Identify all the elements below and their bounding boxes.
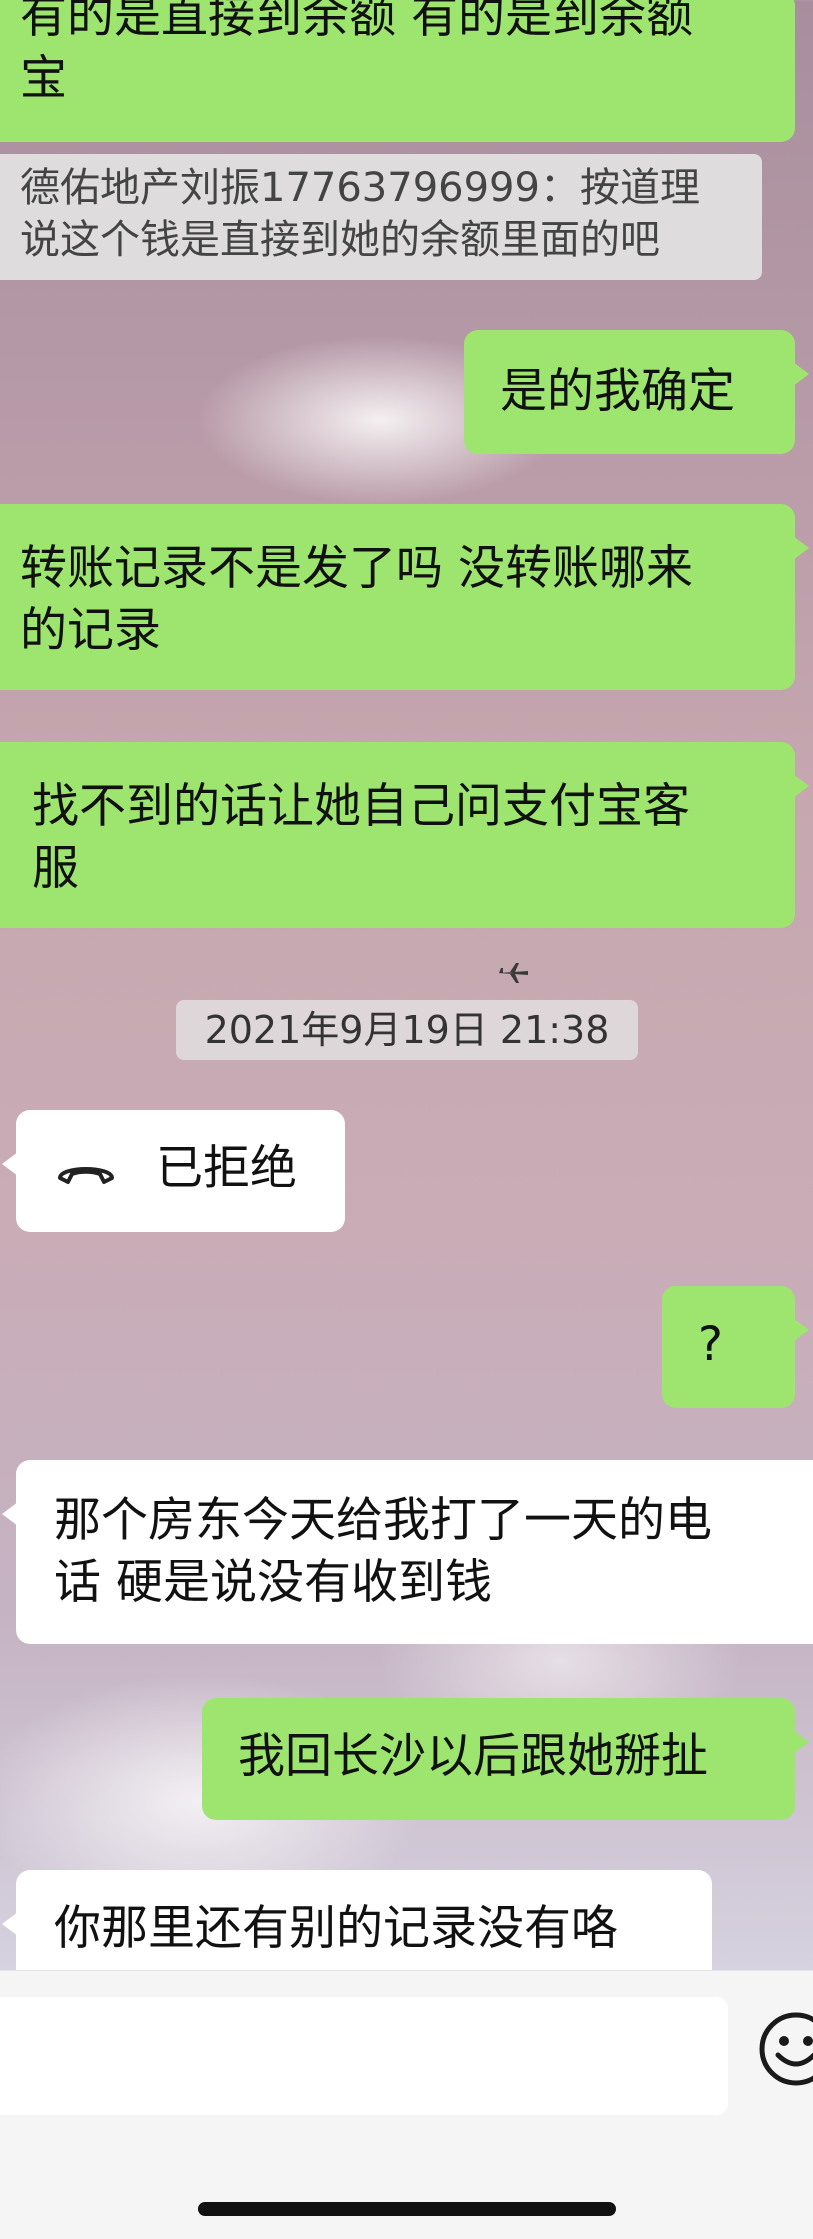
message-text: 你那里还有别的记录没有咯 bbox=[54, 1901, 618, 1956]
message-text: 是的我确定 bbox=[500, 364, 735, 419]
quote-text-line: 说这个钱是直接到她的余额里面的吧 bbox=[20, 217, 660, 263]
call-record-message[interactable]: 已拒绝 bbox=[2, 1110, 345, 1232]
sent-message[interactable]: 我回长沙以后跟她掰扯 bbox=[202, 1698, 809, 1820]
sent-message[interactable]: 找不到的话让她自己问支付宝客 服 bbox=[0, 742, 809, 928]
airplane-icon bbox=[498, 963, 528, 983]
home-indicator[interactable] bbox=[198, 2202, 616, 2216]
received-message[interactable]: 那个房东今天给我打了一天的电 话 硬是说没有收到钱 bbox=[2, 1460, 813, 1644]
message-text-line: 有的是直接到余额 有的是到余额 bbox=[20, 0, 693, 44]
input-bar bbox=[0, 1970, 813, 2239]
sent-message[interactable]: 转账记录不是发了吗 没转账哪来 的记录 bbox=[0, 504, 809, 690]
quoted-message[interactable]: 德佑地产刘振17763796999：按道理 说这个钱是直接到她的余额里面的吧 bbox=[0, 154, 762, 280]
timestamp: 2021年9月19日 21:38 bbox=[176, 1000, 638, 1060]
message-text: 我回长沙以后跟她掰扯 bbox=[238, 1729, 708, 1784]
chat-area[interactable]: 有的是直接到余额 有的是到余额 宝 德佑地产刘振17763796999：按道理 … bbox=[0, 0, 813, 1992]
sent-message[interactable]: 是的我确定 bbox=[464, 330, 809, 454]
quote-text-line: 德佑地产刘振17763796999：按道理 bbox=[20, 165, 700, 211]
message-text-line: 找不到的话让她自己问支付宝客 bbox=[32, 779, 690, 834]
sent-message[interactable]: 有的是直接到余额 有的是到余额 宝 bbox=[0, 0, 795, 142]
call-status: 已拒绝 bbox=[156, 1141, 297, 1196]
message-text: ? bbox=[698, 1317, 723, 1372]
emoji-icon[interactable] bbox=[756, 2009, 813, 2089]
message-text-line: 服 bbox=[32, 841, 79, 896]
phone-hangup-icon bbox=[58, 1167, 114, 1184]
message-text-line: 话 硬是说没有收到钱 bbox=[54, 1555, 492, 1610]
sent-message[interactable]: ? bbox=[662, 1286, 809, 1408]
message-text-line: 宝 bbox=[20, 51, 67, 106]
message-text-line: 转账记录不是发了吗 没转账哪来 bbox=[20, 541, 693, 596]
message-text-line: 那个房东今天给我打了一天的电 bbox=[54, 1493, 712, 1548]
message-text-line: 的记录 bbox=[20, 603, 161, 658]
message-input[interactable] bbox=[0, 1997, 728, 2115]
